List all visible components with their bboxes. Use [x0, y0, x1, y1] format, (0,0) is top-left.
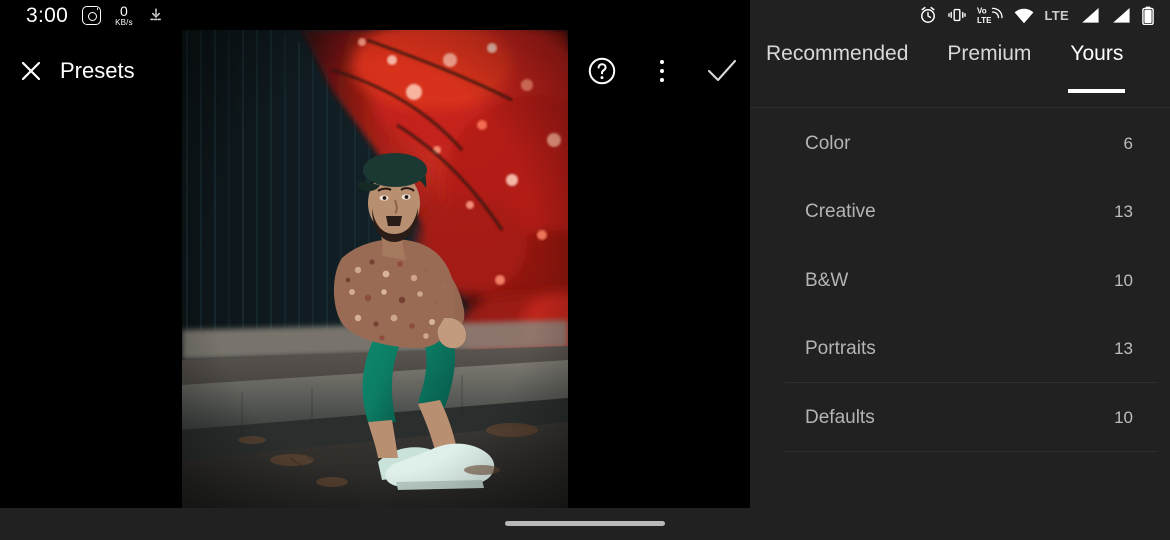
toolbar-left-group: Presets [14, 40, 135, 102]
preset-group-name: B&W [805, 269, 849, 291]
help-icon [588, 57, 616, 85]
preset-group-next-partial[interactable] [750, 452, 1170, 486]
preset-group-portraits[interactable]: Portraits 13 [750, 315, 1170, 384]
preset-group-color[interactable]: Color 6 [750, 109, 1170, 178]
tab-yours[interactable]: Yours [1068, 42, 1126, 93]
more-options-icon [659, 59, 665, 83]
preset-group-list[interactable]: Color 6 Creative 13 B&W 10 Portraits 13 … [750, 109, 1170, 508]
preset-group-count: 13 [1114, 202, 1133, 222]
preset-group-name: Creative [805, 201, 876, 223]
close-button[interactable] [14, 54, 48, 88]
preset-group-name: Portraits [805, 338, 876, 360]
toolbar-right-group [584, 40, 740, 102]
preset-group-count: 13 [1114, 339, 1133, 359]
tab-recommended[interactable]: Recommended [766, 43, 908, 64]
confirm-button[interactable] [704, 53, 740, 89]
tab-recommended-label: Recommended [766, 42, 909, 65]
more-options-button[interactable] [644, 53, 680, 89]
page-title: Presets [60, 58, 135, 83]
app-screen: Presets Recommended Premium Yours Color … [0, 0, 1170, 540]
preset-group-name: Color [805, 132, 851, 154]
close-icon [21, 61, 41, 81]
photo-preview[interactable] [182, 30, 568, 508]
presets-tab-bar: Recommended Premium Yours [750, 0, 1170, 108]
preset-group-name: Defaults [805, 406, 875, 428]
presets-panel: Recommended Premium Yours Color 6 Creati… [750, 0, 1170, 508]
preset-group-count: 10 [1114, 270, 1133, 290]
preset-group-count: 6 [1123, 133, 1133, 153]
preset-group-bw[interactable]: B&W 10 [750, 246, 1170, 315]
help-button[interactable] [584, 53, 620, 89]
preset-group-creative[interactable]: Creative 13 [750, 178, 1170, 247]
home-gesture-pill[interactable] [505, 521, 665, 526]
preset-group-count: 10 [1114, 407, 1133, 427]
system-navigation-bar [0, 508, 1170, 540]
checkmark-icon [707, 59, 737, 82]
preset-group-defaults[interactable]: Defaults 10 [750, 383, 1170, 452]
tab-yours-label: Yours [1070, 42, 1124, 65]
tab-premium-label: Premium [947, 42, 1032, 65]
tab-premium[interactable]: Premium [947, 43, 1031, 64]
